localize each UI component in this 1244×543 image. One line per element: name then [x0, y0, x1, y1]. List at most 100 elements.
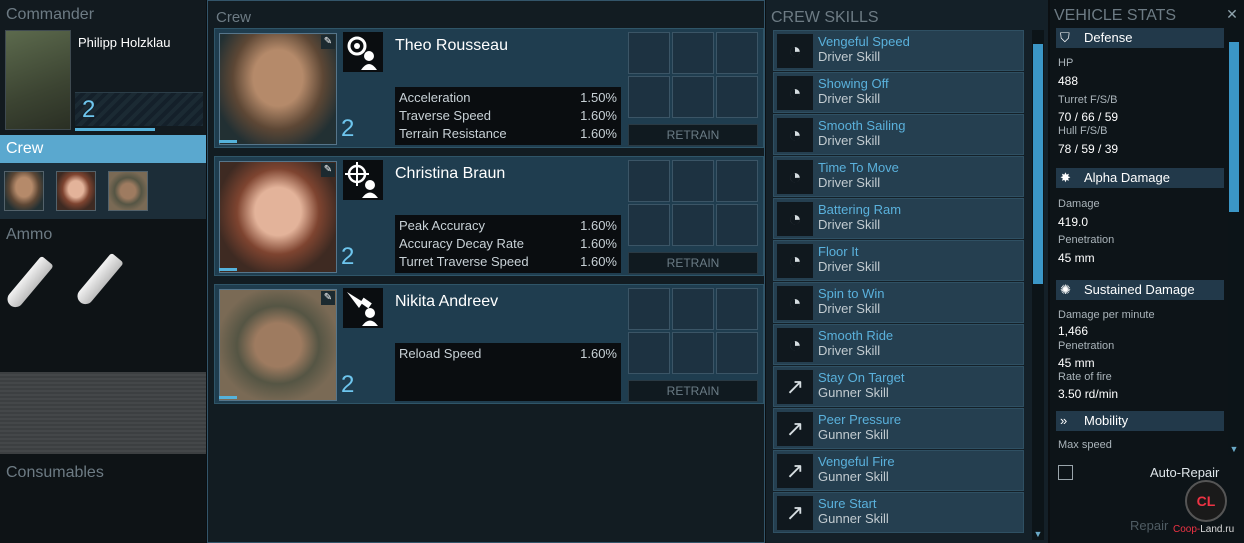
skill-slot[interactable]	[672, 160, 714, 202]
skill-type: Driver Skill	[818, 217, 881, 232]
mobility-header[interactable]: » Mobility	[1056, 411, 1224, 431]
crew-portrait[interactable]	[219, 33, 337, 145]
skill-slot[interactable]	[628, 32, 670, 74]
skill-slot[interactable]	[628, 160, 670, 202]
skill-type: Gunner Skill	[818, 385, 889, 400]
consumables-section-title: Consumables	[6, 464, 104, 481]
empty-slot-area	[0, 372, 206, 454]
alpha-damage-header[interactable]: ✸ Alpha Damage	[1056, 168, 1224, 188]
rate-of-fire-label: Rate of fire	[1058, 371, 1112, 383]
turret-arrow-icon: ↗	[777, 496, 813, 530]
crew-name: Christina Braun	[395, 165, 506, 182]
commander-level: 2	[82, 96, 96, 123]
skills-scroll-thumb[interactable]	[1033, 44, 1043, 284]
sustained-damage-header[interactable]: ✺ Sustained Damage	[1056, 280, 1224, 300]
speedometer-icon: ◔	[777, 76, 813, 110]
commander-panel[interactable]: Commander Philipp Holzklau 2	[0, 0, 206, 135]
skills-scrollbar[interactable]: ▼	[1032, 30, 1044, 540]
crew-thumb-gunner[interactable]	[56, 171, 96, 211]
stat-row: Terrain Resistance 1.60%	[399, 125, 617, 143]
auto-repair-checkbox[interactable]	[1058, 465, 1073, 480]
skill-slot[interactable]	[628, 204, 670, 246]
stats-scrollbar[interactable]: ▼	[1228, 30, 1240, 455]
skill-slot[interactable]	[716, 332, 758, 374]
skill-type: Driver Skill	[818, 301, 881, 316]
stat-label: Turret Traverse Speed	[399, 254, 529, 269]
crew-level: 2	[341, 243, 355, 270]
sustained-damage-header-label: Sustained Damage	[1084, 282, 1195, 297]
crew-thumb-driver[interactable]	[4, 171, 44, 211]
retrain-button[interactable]: RETRAIN	[628, 380, 758, 402]
defense-header[interactable]: ⛉ Defense	[1056, 28, 1224, 48]
crew-level: 2	[341, 115, 355, 142]
explosion-icon: ✸	[1060, 170, 1071, 185]
watermark-text: Coop-Land.ru	[1173, 524, 1234, 535]
crew-thumb-loader[interactable]	[108, 171, 148, 211]
skill-item[interactable]: ◔ Spin to Win Driver Skill	[773, 282, 1024, 323]
dpm-label: Damage per minute	[1058, 309, 1155, 321]
crew-main-panel: Crew ✎ 2 Theo Rousseau Acceleration 1.50%…	[207, 0, 765, 543]
close-icon[interactable]: ✕	[1224, 6, 1240, 22]
crew-tab-label: Crew	[6, 140, 44, 157]
repair-button[interactable]: Repair	[1130, 518, 1168, 533]
watermark-domain: Land.ru	[1200, 524, 1235, 535]
skill-slot[interactable]	[672, 32, 714, 74]
skill-item[interactable]: ◔ Battering Ram Driver Skill	[773, 198, 1024, 239]
left-sidebar: Commander Philipp Holzklau 2 Crew Ammo C…	[0, 0, 206, 543]
edit-pencil-icon[interactable]: ✎	[321, 163, 335, 177]
commander-portrait[interactable]	[5, 30, 71, 130]
retrain-button[interactable]: RETRAIN	[628, 124, 758, 146]
edit-pencil-icon[interactable]: ✎	[321, 35, 335, 49]
skill-item[interactable]: ◔ Floor It Driver Skill	[773, 240, 1024, 281]
crew-card[interactable]: ✎ 2 Theo Rousseau Acceleration 1.50% Trav…	[214, 28, 764, 148]
retrain-button[interactable]: RETRAIN	[628, 252, 758, 274]
hp-value: 488	[1058, 74, 1079, 88]
skill-slot[interactable]	[672, 204, 714, 246]
skill-slot[interactable]	[672, 288, 714, 330]
skill-item[interactable]: ◔ Smooth Sailing Driver Skill	[773, 114, 1024, 155]
skill-item[interactable]: ◔ Time To Move Driver Skill	[773, 156, 1024, 197]
scroll-down-icon[interactable]: ▼	[1032, 528, 1044, 540]
skill-item[interactable]: ↗ Sure Start Gunner Skill	[773, 492, 1024, 533]
skill-slot[interactable]	[716, 160, 758, 202]
skill-slot[interactable]	[672, 76, 714, 118]
crew-tab[interactable]: Crew	[0, 135, 206, 163]
crew-panel-title: Crew	[216, 9, 252, 26]
skill-slot[interactable]	[628, 76, 670, 118]
skill-slot[interactable]	[716, 32, 758, 74]
commander-xp-progress	[75, 128, 155, 131]
skill-slot[interactable]	[716, 76, 758, 118]
skill-item[interactable]: ↗ Peer Pressure Gunner Skill	[773, 408, 1024, 449]
crew-card[interactable]: ✎ 2 Christina Braun Peak Accuracy 1.60% A…	[214, 156, 764, 276]
skill-slot[interactable]	[628, 288, 670, 330]
scroll-down-icon[interactable]: ▼	[1228, 443, 1240, 455]
skill-slot[interactable]	[628, 332, 670, 374]
loader-shell-icon	[343, 288, 383, 328]
crew-portrait[interactable]	[219, 289, 337, 401]
skill-type: Driver Skill	[818, 259, 881, 274]
speedometer-icon: ◔	[777, 328, 813, 362]
commander-section-title: Commander	[6, 6, 95, 23]
edit-pencil-icon[interactable]: ✎	[321, 291, 335, 305]
alpha-damage-header-label: Alpha Damage	[1084, 170, 1170, 185]
crew-portrait[interactable]	[219, 161, 337, 273]
skill-item[interactable]: ◔ Showing Off Driver Skill	[773, 72, 1024, 113]
skill-item[interactable]: ↗ Stay On Target Gunner Skill	[773, 366, 1024, 407]
skill-name: Showing Off	[818, 76, 889, 91]
skill-item[interactable]: ◔ Smooth Ride Driver Skill	[773, 324, 1024, 365]
stats-scroll-thumb[interactable]	[1229, 42, 1239, 212]
stat-row: Peak Accuracy 1.60%	[399, 217, 617, 235]
ammo-ap-shell-icon[interactable]	[74, 252, 124, 308]
skill-item[interactable]: ◔ Vengeful Speed Driver Skill	[773, 30, 1024, 71]
skill-name: Smooth Ride	[818, 328, 894, 343]
defense-header-label: Defense	[1084, 30, 1133, 45]
stat-value: 1.60%	[580, 218, 617, 233]
ammo-he-shell-icon[interactable]	[4, 255, 54, 311]
commander-name: Philipp Holzklau	[78, 35, 171, 50]
skill-slot[interactable]	[672, 332, 714, 374]
crew-card[interactable]: ✎ 2 Nikita Andreev Reload Speed 1.60% RET…	[214, 284, 764, 404]
skill-slot[interactable]	[716, 204, 758, 246]
turret-arrow-icon: ↗	[777, 454, 813, 488]
skill-item[interactable]: ↗ Vengeful Fire Gunner Skill	[773, 450, 1024, 491]
skill-slot[interactable]	[716, 288, 758, 330]
